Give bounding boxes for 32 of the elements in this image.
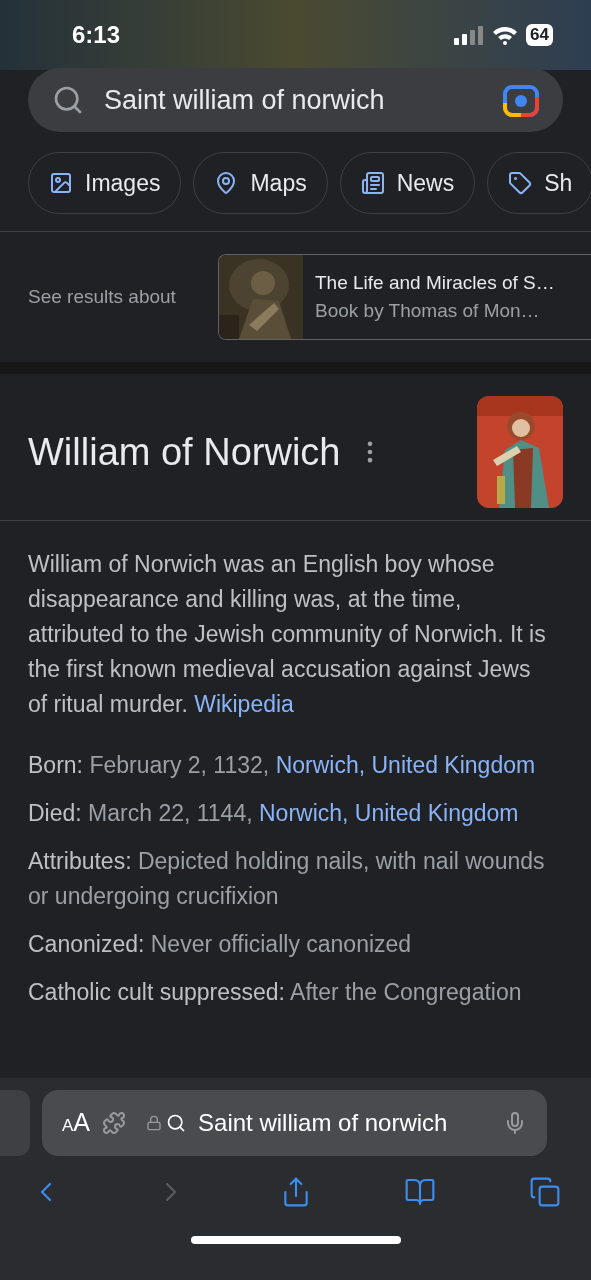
tabs-icon[interactable] <box>529 1176 561 1208</box>
battery-indicator: 64 <box>526 24 553 46</box>
address-bar[interactable]: AA Saint william of norwich <box>42 1090 547 1156</box>
search-icon <box>52 84 84 116</box>
card-subtitle: Book by Thomas of Mon… <box>315 299 541 323</box>
camera-icon[interactable] <box>503 83 539 117</box>
place-link[interactable]: Norwich, United Kingdom <box>275 752 536 778</box>
source-link[interactable]: Wikipedia <box>194 691 294 717</box>
book-icon[interactable] <box>404 1176 437 1208</box>
tag-icon <box>508 171 533 195</box>
newspaper-icon <box>360 171 385 195</box>
status-time: 6:13 <box>72 20 121 50</box>
fact-row-text: Attributes: Depicted holding nails, with nail wounds or undergoing crucifixion <box>28 847 546 911</box>
result-card[interactable]: The Life and Miracles of S… Book by Thomas of Mon… <box>218 254 591 340</box>
fact-row-text: Died: March 22, 1144, Norwich, United Kingdom <box>28 799 520 828</box>
fact-row-text: Born: February 2, 1132, Norwich, United Kingdom <box>28 751 537 780</box>
see-results-label: See results about <box>28 284 176 309</box>
signal-icon <box>454 25 485 45</box>
description: William of Norwich was an English boy whose disappearance and killing was, at the time, attributed to the Jewish community of Norwich. It is the first known medieval accusation against Jews of ritual murder. Wikipedia <box>28 550 547 719</box>
text-size-button[interactable]: AA <box>62 1104 91 1142</box>
entity-title: William of Norwich <box>28 429 341 475</box>
lock-icon <box>146 1115 163 1131</box>
place-link[interactable]: Norwich, United Kingdom <box>259 800 519 826</box>
puzzle-icon[interactable] <box>102 1111 127 1135</box>
search-icon <box>166 1113 187 1133</box>
wifi-icon <box>492 25 519 45</box>
address-text: Saint william of norwich <box>198 1108 449 1138</box>
fact-row-text: Catholic cult suppressed: After the Congregation <box>28 978 523 1007</box>
fact-row-text: Canonized: Never officially canonized <box>28 930 413 959</box>
card-title: The Life and Miracles of S… <box>315 270 555 295</box>
image-icon <box>49 171 73 195</box>
search-field[interactable]: Saint william of norwich <box>28 68 563 132</box>
